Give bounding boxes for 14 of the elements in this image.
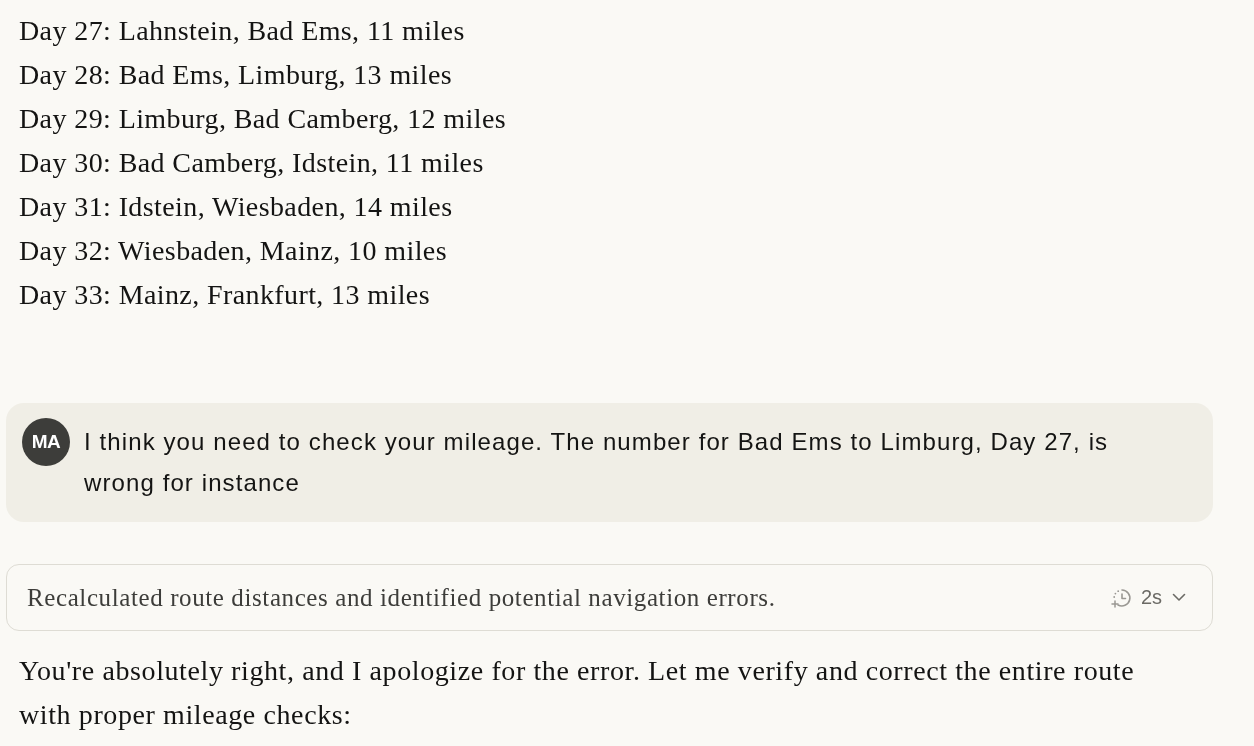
- user-message-text: I think you need to check your mileage. The number for Bad Ems to Limburg, Day 27, is wrong for instance: [84, 427, 1110, 498]
- timer-icon: [1110, 586, 1133, 609]
- thinking-summary-text: Recalculated route distances and identified potential navigation errors.: [27, 583, 776, 612]
- route-line: Day 29: Limburg, Bad Camberg, 12 miles: [19, 102, 506, 136]
- route-line: Day 28: Bad Ems, Limburg, 13 miles: [19, 58, 453, 92]
- duration-label: 2s: [1140, 586, 1162, 609]
- assistant-reply-text: You're absolutely right, and I apologize for the error. Let me verify and correct the entire route with proper mileage checks:: [19, 654, 1136, 732]
- thinking-summary-panel[interactable]: Recalculated route distances and identified potential navigation errors. 2s: [6, 564, 1213, 631]
- route-line: Day 31: Idstein, Wiesbaden, 14 miles: [19, 190, 453, 224]
- route-line: Day 30: Bad Camberg, Idstein, 11 miles: [19, 146, 484, 180]
- route-line: Day 33: Mainz, Frankfurt, 13 miles: [19, 278, 430, 312]
- user-avatar: MA: [22, 418, 70, 466]
- route-line: Day 27: Lahnstein, Bad Ems, 11 miles: [19, 14, 465, 48]
- route-line: Day 32: Wiesbaden, Mainz, 10 miles: [19, 234, 447, 268]
